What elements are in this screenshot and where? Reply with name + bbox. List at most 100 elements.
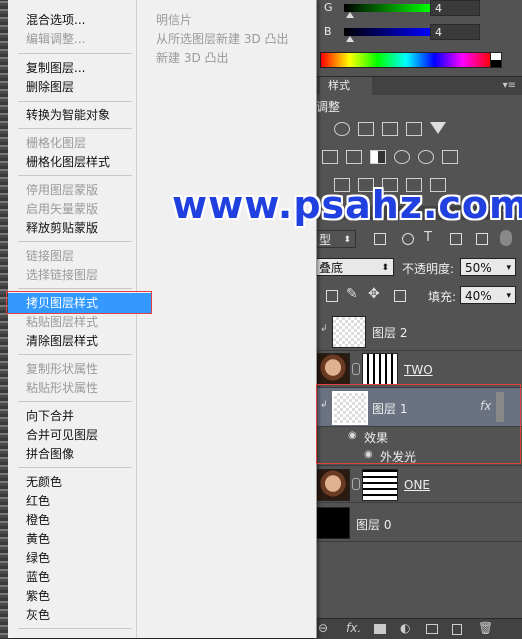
filter-toggle-switch[interactable] (500, 230, 512, 246)
fill-label: 填充: (428, 290, 457, 304)
menu-item-merge-visible[interactable]: 合并可见图层 (26, 426, 98, 444)
menu-item-rasterize-layer: 栅格化图层 (26, 136, 87, 150)
menu-item-color-gray[interactable]: 灰色 (26, 606, 50, 624)
hue-saturation-icon[interactable] (322, 150, 338, 164)
color-g-row: G 4 (320, 0, 520, 18)
menu-separator (18, 401, 132, 402)
g-slider[interactable] (344, 4, 430, 12)
layer-row[interactable]: TWO (314, 351, 522, 388)
black-white-swatch[interactable] (490, 52, 502, 68)
add-style-icon[interactable]: fx. (346, 621, 361, 635)
menu-item-color-red[interactable]: 红色 (26, 492, 50, 510)
photo-filter-icon[interactable] (394, 150, 410, 164)
menu-item-paste-layer-style: 粘贴图层样式 (26, 315, 99, 329)
color-balance-icon[interactable] (346, 150, 362, 164)
menu-item-delete-layer[interactable]: 删除图层 (26, 78, 74, 96)
vibrance-icon[interactable] (430, 122, 446, 134)
menu-separator (18, 175, 132, 176)
menu-item-rasterize-layer-style[interactable]: 栅格化图层样式 (26, 153, 110, 171)
menu-item-color-orange[interactable]: 橙色 (26, 511, 50, 529)
add-mask-icon[interactable] (374, 624, 386, 634)
layer-row[interactable]: ONE (314, 466, 522, 503)
vector-mask-thumbnail (362, 353, 398, 385)
menu-separator (18, 288, 132, 289)
chevron-down-icon: ▾ (506, 263, 511, 273)
menu-item-flatten-image[interactable]: 拼合图像 (26, 445, 74, 463)
exposure-icon[interactable] (406, 122, 422, 136)
b-slider[interactable] (344, 28, 430, 36)
menu-item-convert-smart-object[interactable]: 转换为智能对象 (26, 106, 110, 124)
black-white-icon[interactable] (370, 150, 386, 164)
blend-mode-value: 叠底 (319, 261, 344, 275)
menu-item-clear-layer-style[interactable]: 清除图层样式 (26, 332, 98, 350)
menu-item-edit-adjustment: 编辑调整... (26, 32, 86, 46)
menu-item-postcard: 明信片 (156, 13, 193, 27)
lock-transparent-icon[interactable] (326, 290, 338, 302)
lock-position-icon[interactable]: ✥ (368, 286, 380, 302)
menu-column-divider (136, 0, 137, 638)
annotation-layer-box (316, 384, 521, 464)
menu-item-color-violet[interactable]: 紫色 (26, 587, 50, 605)
layer-thumbnail (332, 316, 366, 348)
shape-filter-icon[interactable] (450, 233, 462, 245)
layer-name[interactable]: ONE (404, 478, 430, 492)
b-slider-thumb[interactable] (346, 36, 354, 42)
link-layers-icon[interactable]: ⊖ (318, 621, 328, 635)
layer-thumbnail (316, 507, 350, 539)
adjustment-filter-icon[interactable] (402, 233, 414, 245)
g-value-input[interactable]: 4 (430, 0, 480, 16)
curves-icon[interactable] (382, 122, 398, 136)
menu-item-merge-down[interactable]: 向下合并 (26, 407, 74, 425)
menu-item-release-clipping-mask[interactable]: 释放剪贴蒙版 (26, 219, 98, 237)
link-icon[interactable] (352, 363, 360, 375)
new-group-icon[interactable] (426, 624, 438, 634)
color-panel: G 4 B 4 (314, 0, 522, 70)
lock-all-icon[interactable] (394, 290, 406, 302)
menu-separator (18, 128, 132, 129)
layer-thumbnail (316, 353, 350, 385)
menu-item-new-3d-extrusion: 新建 3D 凸出 (156, 51, 229, 65)
color-spectrum[interactable] (320, 52, 492, 68)
brightness-icon[interactable] (334, 122, 350, 136)
layer-name[interactable]: TWO (404, 363, 433, 377)
g-slider-thumb[interactable] (346, 12, 354, 18)
fill-input[interactable]: 40% ▾ (460, 286, 516, 304)
b-label: B (324, 25, 332, 38)
chevron-down-icon: ▾ (506, 291, 511, 301)
layers-toolbar: 型 ⬍ T 叠底 ⬍ 不透明度: 50% ▾ ✎ ✥ 填充: 40% ▾ (314, 224, 522, 314)
menu-item-color-green[interactable]: 绿色 (26, 549, 50, 567)
opacity-input[interactable]: 50% ▾ (460, 258, 516, 276)
type-filter-icon[interactable]: T (424, 230, 432, 245)
panel-menu-icon[interactable]: ▾≡ (503, 80, 516, 91)
menu-item-paste-shape-attributes: 粘贴形状属性 (26, 381, 99, 395)
tab-styles[interactable]: 样式 (320, 77, 372, 95)
layer-row[interactable]: 图层 0 (314, 503, 522, 542)
layer-context-menu: 混合选项... 编辑调整... 复制图层... 删除图层 转换为智能对象 栅格化… (6, 0, 317, 638)
menu-item-color-blue[interactable]: 蓝色 (26, 568, 50, 586)
pixel-filter-icon[interactable] (374, 233, 386, 245)
menu-item-color-none[interactable]: 无颜色 (26, 473, 62, 491)
link-icon[interactable] (352, 478, 360, 490)
layer-name[interactable]: 图层 0 (356, 516, 391, 533)
b-value-input[interactable]: 4 (430, 24, 480, 40)
smart-object-filter-icon[interactable] (476, 233, 488, 245)
new-adjustment-icon[interactable]: ◐ (400, 621, 410, 635)
color-b-row: B 4 (320, 24, 520, 42)
menu-item-blending-options[interactable]: 混合选项... (26, 11, 85, 29)
color-lookup-icon[interactable] (442, 150, 458, 164)
channel-mixer-icon[interactable] (418, 150, 434, 164)
menu-item-color-yellow[interactable]: 黄色 (26, 530, 50, 548)
fill-value: 40% (465, 289, 492, 303)
adjustments-title: 调整 (316, 100, 341, 114)
delete-layer-icon[interactable]: 🗑 (478, 621, 493, 635)
menu-separator (18, 467, 132, 468)
layer-name[interactable]: 图层 2 (372, 324, 407, 341)
lock-image-icon[interactable]: ✎ (346, 286, 358, 302)
blend-mode-select[interactable]: 叠底 ⬍ (314, 258, 394, 276)
new-layer-icon[interactable] (452, 624, 462, 635)
layer-row[interactable]: ↲ 图层 2 (314, 314, 522, 351)
levels-icon[interactable] (358, 122, 374, 136)
menu-item-enable-vector-mask: 启用矢量蒙版 (26, 202, 99, 216)
layer-filter-kind-select[interactable]: 型 ⬍ (314, 230, 356, 248)
menu-item-duplicate-layer[interactable]: 复制图层... (26, 59, 85, 77)
